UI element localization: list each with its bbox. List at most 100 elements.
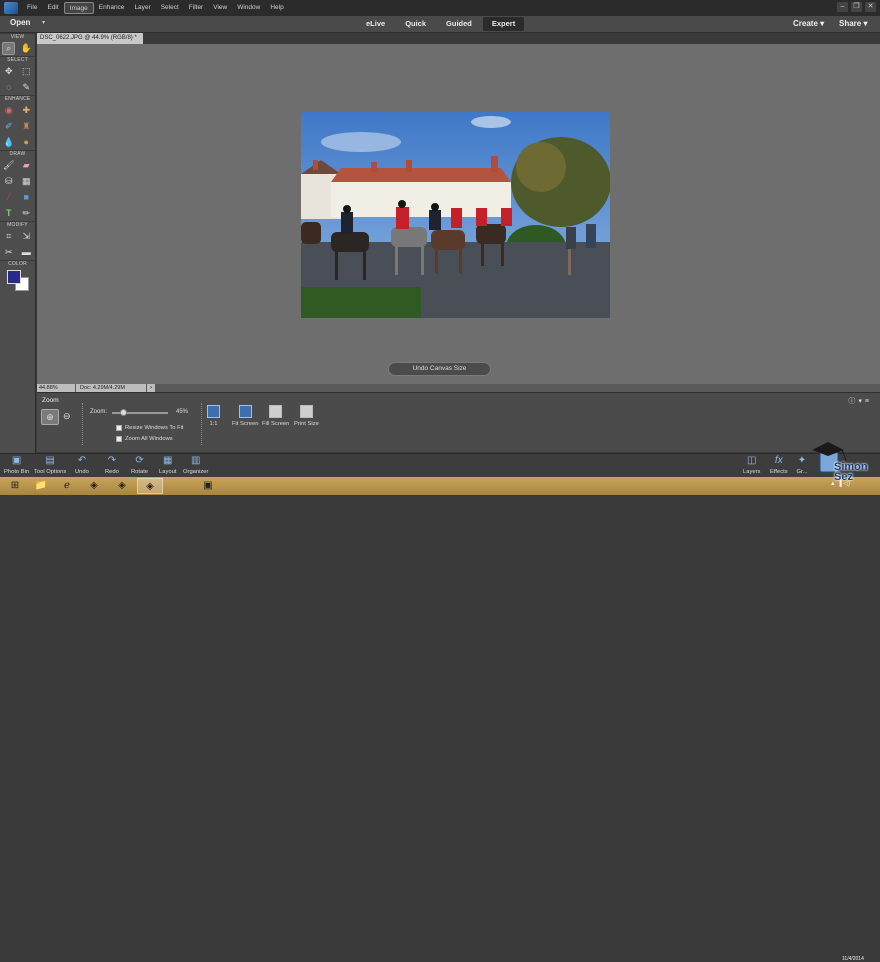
tab-elive[interactable]: eLive [357,17,394,31]
menu-help[interactable]: Help [265,2,288,14]
eraser-tool-icon[interactable]: ▰ [20,159,33,172]
healing-brush-icon[interactable]: ✚ [20,104,33,117]
section-draw: DRAW [0,150,35,157]
sponge-tool-icon[interactable]: ● [20,136,33,149]
document-image[interactable] [301,112,610,318]
quick-select-icon[interactable]: ✎ [20,81,33,94]
organizer-icon: ▥ [190,455,201,466]
open-button[interactable]: Open [10,18,30,27]
rotate-label: Rotate [131,469,149,475]
elements-editor-icon[interactable]: ◈ [137,478,163,494]
camtasia-icon[interactable]: ▣ [195,478,221,494]
effects-label: Effects [770,469,788,475]
zoom-all-windows-label: Zoom All Windows [125,436,173,442]
menu-select[interactable]: Select [156,2,184,14]
tab-guided[interactable]: Guided [437,17,481,31]
document-tab[interactable]: DSC_0622.JPG @ 44.9% (RGB/8) * × [37,33,143,52]
minimize-icon[interactable]: – [837,2,848,12]
menu-layer[interactable]: Layer [129,2,155,14]
zoom-value[interactable]: 45% [176,409,188,415]
move-tool-icon[interactable]: ✥ [2,65,15,78]
divider [82,403,83,445]
share-button[interactable]: Share ▾ [839,19,867,28]
create-button[interactable]: Create ▾ [793,19,824,28]
eyedropper-icon[interactable]: ⁄ [2,191,15,204]
shape-tool-icon[interactable]: ■ [20,191,33,204]
restore-icon[interactable]: ❐ [851,2,862,12]
share-label: Share [839,19,862,28]
section-enhance: ENHANCE [0,95,35,102]
clone-stamp-icon[interactable]: ♜ [20,120,33,133]
gradient-tool-icon[interactable]: ▦ [20,175,33,188]
zoom-percent[interactable]: 44.88% [37,384,75,392]
resize-windows-checkbox[interactable]: Resize Windows To Fit [116,425,184,431]
checkbox-icon[interactable] [116,436,122,442]
lasso-tool-icon[interactable]: ◌ [2,81,15,94]
elements-app-icon[interactable]: ◈ [81,478,107,494]
fill-screen-label: Fill Screen [262,421,290,427]
photo-bin-button[interactable]: ▣ Photo Bin [4,455,29,475]
pencil-tool-icon[interactable]: ✏ [20,207,33,220]
menu-image[interactable]: Image [63,2,94,14]
zoom-tool-icon[interactable]: ⌕ [2,41,16,55]
redo-button[interactable]: ↷ Redo [105,455,119,475]
doc-size-info: Doc: 4.29M/4.29M [76,384,146,392]
brush-tool-icon[interactable]: 🖌 [2,159,15,172]
checkbox-icon[interactable] [116,425,122,431]
marquee-tool-icon[interactable]: ⬚ [20,65,33,78]
options-title: Zoom [42,397,59,404]
undo-button[interactable]: ↶ Undo [75,455,89,475]
photo-bin-icon: ▣ [11,455,22,466]
actual-pixels-button[interactable]: 1:1 [207,405,220,427]
effects-button[interactable]: fx Effects [770,455,788,475]
tab-expert[interactable]: Expert [482,17,525,31]
start-icon[interactable]: ⊞ [2,478,28,494]
layout-label: Layout [159,469,177,475]
recompose-tool-icon[interactable]: ⇲ [20,230,33,243]
close-icon[interactable]: ✕ [865,2,876,12]
menu-view[interactable]: View [208,2,232,14]
zoom-all-windows-checkbox[interactable]: Zoom All Windows [116,436,173,442]
zoom-slider-handle[interactable] [120,409,127,416]
print-size-button[interactable]: Print Size [294,405,319,427]
undo-label: Undo [75,469,89,475]
menu-file[interactable]: File [22,2,42,14]
organizer-button[interactable]: ▥ Organizer [183,455,208,475]
zoom-slider[interactable] [112,409,168,416]
menu-filter[interactable]: Filter [184,2,208,14]
zoom-in-icon[interactable]: ⊕ [41,409,59,425]
chevron-right-icon[interactable]: › [147,384,155,392]
foreground-color-swatch[interactable] [7,270,21,284]
paint-bucket-icon[interactable]: ⛁ [2,175,15,188]
rotate-button[interactable]: ⟳ Rotate [131,455,148,475]
menu-window[interactable]: Window [232,2,265,14]
ie-browser-icon[interactable]: ℯ [54,478,80,494]
content-move-icon[interactable]: ✂ [2,246,15,259]
taskbar-date: 11/4/2014 [842,956,864,962]
elements-app-icon[interactable]: ◈ [109,478,135,494]
fit-screen-button[interactable]: Fit Screen [232,405,258,427]
layout-button[interactable]: ▦ Layout [159,455,176,475]
os-taskbar: ⊞ 📁 ℯ ◈ ◈ ◈ ▣ ▲ ▐ ◁) 11/4/2014 [0,477,880,962]
zoom-out-icon[interactable]: ⊖ [63,411,71,422]
fill-screen-button[interactable]: Fill Screen [262,405,289,427]
panel-menu-icons[interactable]: ⓘ▾≡ [848,396,872,406]
layers-label: Layers [743,469,761,475]
crop-tool-icon[interactable]: ⌗ [2,230,15,243]
type-tool-icon[interactable]: T [2,207,15,220]
menu-edit[interactable]: Edit [42,2,63,14]
layers-button[interactable]: ◫ Layers [743,455,760,475]
zoom-label: Zoom: [90,409,108,415]
chevron-down-icon[interactable]: ▾ [42,19,45,26]
blur-tool-icon[interactable]: 💧 [2,136,15,149]
straighten-tool-icon[interactable]: ▬ [20,246,33,259]
hand-tool-icon[interactable]: ✋ [20,42,33,55]
smart-brush-icon[interactable]: ✐ [2,120,15,133]
layers-icon: ◫ [746,455,757,466]
menu-enhance[interactable]: Enhance [94,2,130,14]
file-explorer-icon[interactable]: 📁 [28,478,54,494]
tool-options-button[interactable]: ▤ Tool Options [34,455,66,475]
undo-canvas-size-button[interactable]: Undo Canvas Size [388,362,491,376]
red-eye-icon[interactable]: ◉ [2,104,15,117]
tab-quick[interactable]: Quick [396,17,435,31]
